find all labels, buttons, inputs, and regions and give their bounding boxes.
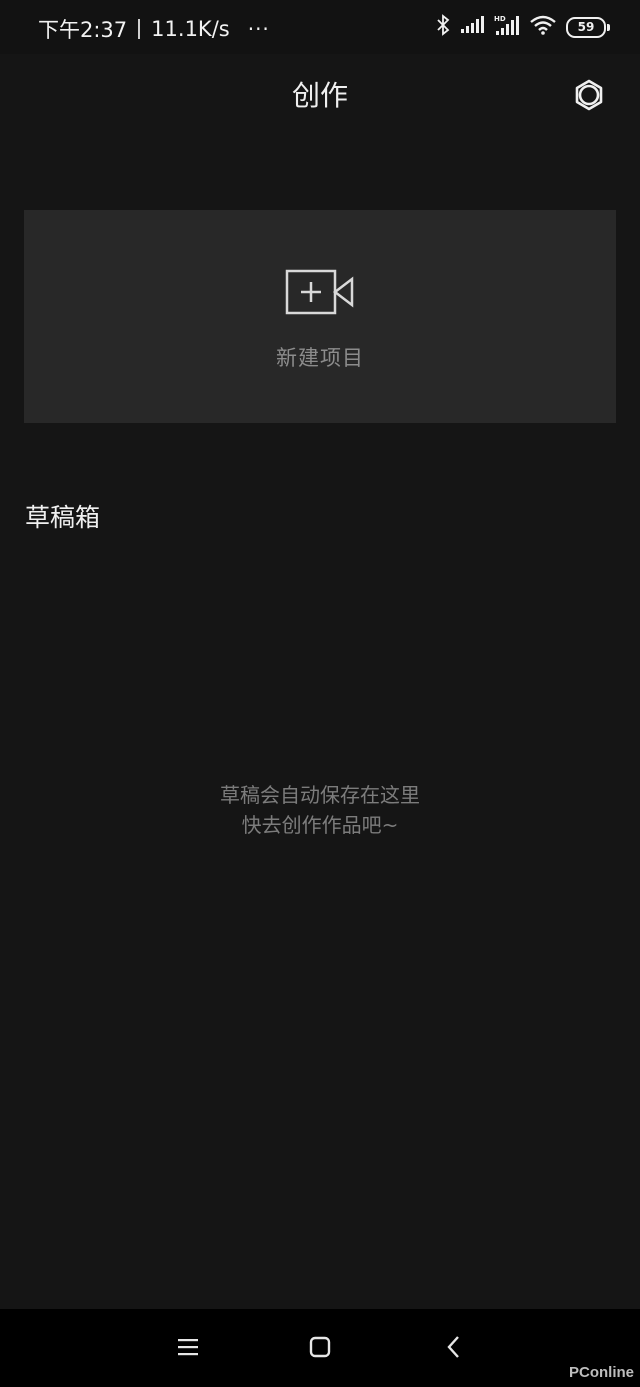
- back-icon: [446, 1335, 462, 1363]
- screen: 下午2:37 11.1K/s ··· HD 59 创作 新建项目 草稿箱 草稿会…: [0, 0, 640, 1387]
- battery-tip: [607, 23, 610, 31]
- empty-state-line-1: 草稿会自动保存在这里: [220, 783, 420, 807]
- status-left: 下午2:37 11.1K/s ···: [38, 14, 270, 44]
- empty-state-line-2: 快去创作作品吧~: [241, 813, 399, 837]
- wifi-icon: [530, 15, 556, 39]
- home-icon: [309, 1336, 331, 1362]
- page-title: 创作: [291, 79, 348, 112]
- hd-signal-icon: HD: [494, 14, 520, 40]
- bluetooth-icon: [436, 14, 450, 40]
- new-project-label: 新建项目: [276, 346, 364, 370]
- status-time: 下午2:37: [38, 18, 128, 42]
- settings-icon: [573, 79, 605, 115]
- status-more-indicator: ···: [247, 17, 270, 41]
- video-camera-plus-icon: [285, 268, 355, 318]
- settings-button[interactable]: [568, 76, 610, 118]
- drafts-title: 草稿箱: [25, 503, 101, 532]
- status-bar: 下午2:37 11.1K/s ··· HD 59: [0, 0, 640, 54]
- menu-icon: [177, 1338, 199, 1360]
- watermark-logo: PConline: [568, 1364, 634, 1381]
- status-separator: [138, 19, 141, 39]
- menu-button[interactable]: [168, 1331, 208, 1367]
- system-nav-bar: PConline: [0, 1309, 640, 1387]
- svg-text:HD: HD: [494, 15, 506, 23]
- status-network-speed: 11.1K/s: [151, 17, 230, 41]
- new-project-button[interactable]: 新建项目: [24, 210, 616, 423]
- drafts-empty-state: 草稿会自动保存在这里 快去创作作品吧~: [0, 780, 640, 840]
- status-right: HD 59: [436, 14, 610, 40]
- battery-icon: 59: [566, 16, 610, 38]
- home-button[interactable]: [300, 1331, 340, 1367]
- battery-level: 59: [577, 20, 595, 34]
- back-button[interactable]: [434, 1331, 474, 1367]
- signal-icon: [460, 16, 484, 38]
